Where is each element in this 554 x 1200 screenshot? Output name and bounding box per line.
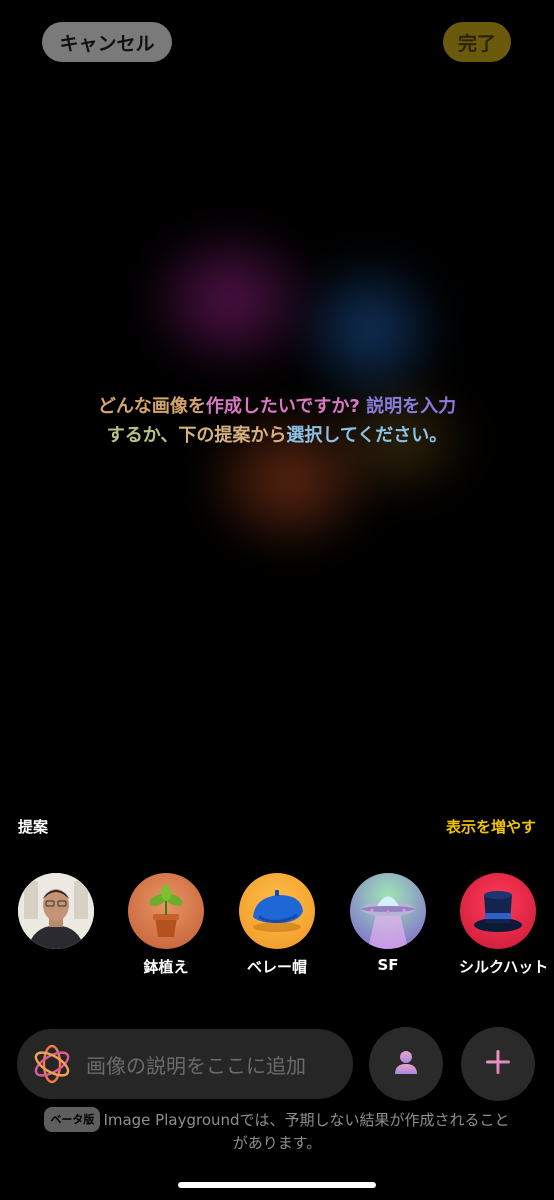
image-playground-icon [31, 1043, 73, 1085]
person-photo-icon [18, 873, 94, 949]
suggestion-person[interactable] [17, 873, 95, 956]
beta-disclaimer: ベータ版 Image Playgroundでは、予期しない結果が作成されることがあ… [40, 1107, 514, 1155]
suggestion-top-hat[interactable]: シルクハット [459, 873, 549, 977]
disclaimer-text: Image Playgroundでは、予期しない結果が作成されることがあります。 [103, 1111, 510, 1152]
potted-plant-icon [128, 873, 204, 949]
plus-icon [484, 1048, 512, 1080]
done-button[interactable]: 完了 [443, 22, 511, 62]
prompt-part-3: 説明を入力 [366, 396, 457, 417]
suggestions-heading: 提案 [18, 818, 49, 836]
show-more-button[interactable]: 表示を増やす [446, 816, 536, 837]
suggestion-label: SF [377, 956, 399, 974]
person-icon [392, 1048, 420, 1080]
suggestion-sf[interactable]: SF [349, 873, 427, 974]
prompt-part-6: 選択してください。 [286, 425, 448, 446]
suggestion-beret[interactable]: ベレー帽 [238, 873, 316, 977]
cancel-button[interactable]: キャンセル [42, 22, 172, 62]
prompt-message: どんな画像を作成したいですか? 説明を入力 するか、下の提案から選択してください… [40, 392, 514, 450]
suggestion-label: ベレー帽 [246, 958, 307, 976]
description-placeholder: 画像の説明をここに追加 [86, 1053, 306, 1078]
description-input[interactable]: 画像の説明をここに追加 [17, 1029, 353, 1099]
add-button[interactable] [461, 1027, 535, 1101]
prompt-part-1: どんな画像を [97, 396, 206, 417]
beret-icon [239, 873, 315, 949]
prompt-part-4: するか、 [106, 425, 179, 446]
background-glow [40, 170, 520, 590]
beta-badge: ベータ版 [44, 1107, 101, 1132]
prompt-part-5: 下の提案から [178, 425, 287, 446]
top-hat-icon [460, 873, 536, 949]
suggestion-label: シルクハット [459, 958, 549, 976]
home-indicator[interactable] [178, 1182, 376, 1188]
suggestion-label: 鉢植え [143, 958, 189, 976]
prompt-part-2: 作成したいですか? [205, 396, 360, 417]
suggestion-potted-plant[interactable]: 鉢植え [127, 873, 205, 977]
ufo-icon [350, 873, 426, 949]
person-button[interactable] [369, 1027, 443, 1101]
